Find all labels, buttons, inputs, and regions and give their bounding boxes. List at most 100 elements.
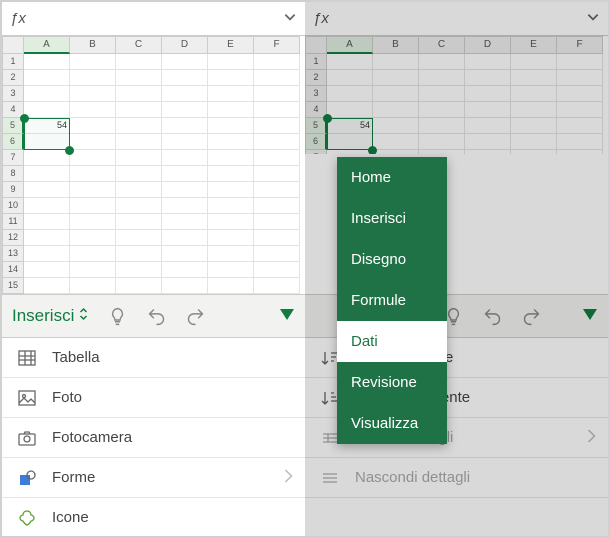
cell[interactable] [162,214,208,230]
cell[interactable] [208,182,254,198]
cell[interactable] [116,278,162,294]
row-header[interactable]: 11 [2,214,24,230]
col-header[interactable]: A [327,36,373,54]
cell[interactable] [511,54,557,70]
chevron-down-icon[interactable] [586,10,600,27]
cell[interactable] [116,214,162,230]
chevron-down-icon[interactable] [283,10,297,27]
cell[interactable] [327,54,373,70]
cell[interactable] [24,230,70,246]
list-item-hide[interactable]: Nascondi dettagli [305,458,608,498]
cell[interactable] [116,118,162,134]
col-header[interactable]: D [465,36,511,54]
cell-selection[interactable] [327,118,373,150]
cell[interactable] [208,102,254,118]
select-all-corner[interactable] [2,36,24,54]
cell[interactable] [254,70,300,86]
cell[interactable] [162,54,208,70]
cell[interactable] [465,118,511,134]
row-header[interactable]: 1 [2,54,24,70]
select-all-corner[interactable] [305,36,327,54]
cell[interactable] [254,246,300,262]
menu-item-disegno[interactable]: Disegno [337,239,447,280]
cell[interactable] [162,102,208,118]
cell[interactable] [465,150,511,154]
cell[interactable] [327,150,373,154]
cell[interactable] [327,102,373,118]
cell[interactable] [208,86,254,102]
col-header[interactable]: D [162,36,208,54]
selection-handle-bottom[interactable] [65,146,74,155]
cell[interactable] [24,166,70,182]
cell[interactable] [208,246,254,262]
row-header[interactable]: 9 [2,182,24,198]
cell[interactable] [419,86,465,102]
row-header[interactable]: 2 [2,70,24,86]
cell[interactable] [208,118,254,134]
cell[interactable] [254,134,300,150]
collapse-icon[interactable] [582,308,598,325]
cell[interactable] [557,102,603,118]
cell[interactable] [208,198,254,214]
cell[interactable] [70,150,116,166]
col-header[interactable]: E [511,36,557,54]
cell[interactable] [162,166,208,182]
cell[interactable] [557,86,603,102]
cell[interactable] [208,278,254,294]
cell[interactable] [511,86,557,102]
row-header[interactable]: 7 [305,150,327,154]
cell[interactable] [162,150,208,166]
menu-item-visualizza[interactable]: Visualizza [337,403,447,444]
cell[interactable] [70,278,116,294]
col-header[interactable]: E [208,36,254,54]
cell[interactable] [208,70,254,86]
cell[interactable] [162,134,208,150]
row-header[interactable]: 14 [2,262,24,278]
cell[interactable] [208,150,254,166]
cell[interactable] [465,134,511,150]
cell[interactable] [24,214,70,230]
menu-item-formule[interactable]: Formule [337,280,447,321]
cell[interactable] [70,214,116,230]
cell[interactable] [373,86,419,102]
cell[interactable] [465,86,511,102]
list-item-forme[interactable]: Forme [2,458,305,498]
cell[interactable] [116,54,162,70]
cell[interactable] [254,102,300,118]
cell[interactable] [70,86,116,102]
cell[interactable] [254,262,300,278]
cell[interactable] [162,182,208,198]
row-header[interactable]: 7 [2,150,24,166]
col-header[interactable]: A [24,36,70,54]
redo-icon[interactable] [185,306,206,327]
cell[interactable] [162,198,208,214]
selection-handle-top[interactable] [323,114,332,123]
cell[interactable] [116,262,162,278]
cell[interactable] [419,134,465,150]
cell[interactable] [254,230,300,246]
col-header[interactable]: F [254,36,300,54]
row-header[interactable]: 10 [2,198,24,214]
cell[interactable] [511,134,557,150]
cell[interactable] [373,150,419,154]
cell[interactable] [24,262,70,278]
cell[interactable] [70,54,116,70]
cell[interactable] [419,102,465,118]
ribbon-tab-selector[interactable]: Inserisci [12,306,89,326]
cell[interactable] [70,262,116,278]
cell[interactable] [70,198,116,214]
selection-handle-bottom[interactable] [368,146,377,154]
undo-icon[interactable] [482,306,503,327]
cell[interactable] [373,134,419,150]
row-header[interactable]: 8 [2,166,24,182]
formula-input[interactable] [32,8,277,30]
cell[interactable] [116,246,162,262]
cell[interactable] [373,118,419,134]
cell-selection[interactable] [24,118,70,150]
cell[interactable] [24,102,70,118]
cell[interactable] [254,278,300,294]
cell[interactable] [419,118,465,134]
cell[interactable] [254,86,300,102]
cell[interactable] [162,86,208,102]
cell[interactable] [162,262,208,278]
